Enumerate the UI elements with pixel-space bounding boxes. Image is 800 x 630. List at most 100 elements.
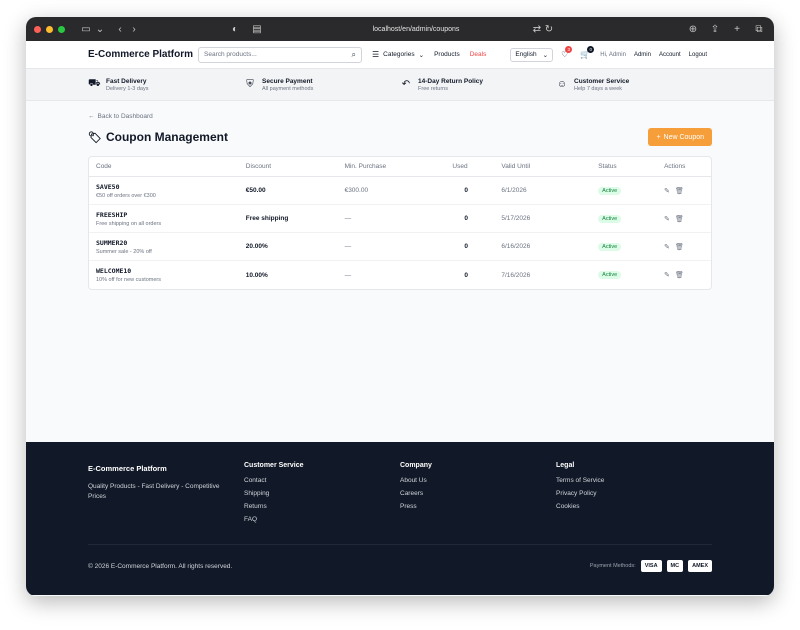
used-cell: 0 [464, 243, 469, 250]
admin-link[interactable]: Admin [634, 52, 651, 58]
forward-nav-icon[interactable]: › [127, 22, 141, 36]
user-greeting: Hi, Admin [600, 51, 626, 58]
column-header-valid-until: Valid Until [501, 163, 531, 170]
footer-link-privacy[interactable]: Privacy Policy [556, 490, 712, 497]
categories-menu[interactable]: ☰ Categories ⌄ [372, 50, 424, 59]
trash-icon[interactable]: 🗑 [675, 187, 684, 195]
edit-icon[interactable]: ✎ [664, 271, 670, 279]
table-row: SUMMER20 Summer sale - 20% off 20.00% — … [89, 233, 711, 261]
row-actions: ✎ 🗑 [664, 271, 704, 279]
edit-icon[interactable]: ✎ [664, 187, 670, 195]
truck-icon: ⛟ [88, 78, 101, 89]
column-header-discount: Discount [245, 163, 272, 170]
chevron-down-icon[interactable]: ⌄ [93, 22, 107, 36]
edit-icon[interactable]: ✎ [664, 215, 670, 223]
coupon-code-cell: WELCOME10 10% off for new customers [96, 267, 162, 283]
min-purchase-cell: €300.00 [344, 187, 369, 194]
search-icon[interactable]: ⌕ [352, 50, 356, 60]
nav-deals[interactable]: Deals [470, 51, 487, 58]
language-select[interactable]: English ⌄ [510, 47, 554, 62]
wishlist-button[interactable]: ♡ 3 [561, 46, 573, 59]
used-cell: 0 [464, 215, 469, 222]
coupon-code-cell: SAVE50 €50 off orders over €300 [96, 182, 156, 199]
footer-brand-column: E-Commerce Platform Quality Products - F… [88, 462, 244, 529]
min-purchase-cell: — [344, 271, 352, 279]
logout-link[interactable]: Logout [689, 52, 707, 58]
brand-logo[interactable]: E-Commerce Platform [88, 49, 198, 60]
column-header-used: Used [452, 163, 468, 170]
trash-icon[interactable]: 🗑 [675, 243, 684, 251]
table-row: FREESHIP Free shipping on all orders Fre… [89, 205, 711, 233]
valid-until-cell: 7/16/2026 [501, 271, 531, 279]
footer-link-faq[interactable]: FAQ [244, 516, 400, 523]
footer-link-returns[interactable]: Returns [244, 503, 400, 510]
feature-secure-payment: ⛨ Secure Payment All payment methods [244, 78, 400, 92]
search-input[interactable]: Search products... ⌕ [198, 46, 362, 63]
used-cell: 0 [464, 187, 469, 194]
back-to-dashboard-link[interactable]: ← Back to Dashboard [88, 113, 712, 120]
column-header-status: Status [598, 163, 617, 170]
footer-link-press[interactable]: Press [400, 503, 556, 510]
edit-icon[interactable]: ✎ [664, 243, 670, 251]
discount-cell: €50.00 [245, 187, 266, 194]
minimize-window-button[interactable] [46, 25, 53, 33]
browser-toolbar: ▭ ⌄ ‹ › ◐ ▤ localhost/en/admin/coupons ⇄… [26, 17, 774, 41]
cart-button[interactable]: 🛒 0 [580, 46, 595, 59]
title-row: 🏷 Coupon Management + New Coupon [88, 128, 712, 146]
trash-icon[interactable]: 🗑 [675, 215, 684, 223]
discount-cell: 20.00% [245, 243, 268, 250]
valid-until-cell: 6/1/2026 [501, 187, 527, 194]
browser-window: ▭ ⌄ ‹ › ◐ ▤ localhost/en/admin/coupons ⇄… [26, 17, 774, 596]
footer-customer-service-column: Customer Service Contact Shipping Return… [244, 462, 400, 529]
main-nav: ☰ Categories ⌄ Products Deals [372, 50, 486, 59]
status-badge: Active [598, 271, 622, 279]
discount-cell: 10.00% [245, 271, 268, 279]
footer-columns: E-Commerce Platform Quality Products - F… [88, 462, 712, 529]
arrow-left-icon: ← [88, 113, 95, 120]
sidebar-toggle-icon[interactable]: ▭ [79, 22, 93, 36]
close-window-button[interactable] [34, 25, 41, 33]
new-tab-icon[interactable]: + [730, 22, 744, 36]
nav-products[interactable]: Products [434, 51, 460, 58]
back-nav-icon[interactable]: ‹ [113, 22, 127, 36]
discount-cell: Free shipping [245, 215, 289, 222]
features-bar: ⛟ Fast Delivery Delivery 1-3 days ⛨ Secu… [26, 69, 774, 101]
header-actions: ♡ 3 🛒 0 Hi, Admin Admin Account Logout [561, 46, 707, 59]
account-link[interactable]: Account [659, 52, 681, 58]
trash-icon[interactable]: 🗑 [675, 271, 684, 279]
new-coupon-button[interactable]: + New Coupon [648, 128, 712, 146]
download-icon[interactable]: ⊕ [686, 22, 700, 36]
footer-legal-column: Legal Terms of Service Privacy Policy Co… [556, 462, 712, 529]
footer-brand: E-Commerce Platform [88, 464, 167, 473]
min-purchase-cell: — [344, 215, 352, 222]
coupons-table: Code Discount Min. Purchase Used Valid U… [88, 156, 712, 290]
coupon-code-cell: SUMMER20 Summer sale - 20% off [96, 238, 152, 255]
row-actions: ✎ 🗑 [664, 215, 704, 223]
payment-label: Payment Methods: [589, 563, 636, 569]
table-header: Code Discount Min. Purchase Used Valid U… [89, 157, 711, 177]
footer-link-contact[interactable]: Contact [244, 477, 400, 484]
main-content: ← Back to Dashboard 🏷 Coupon Management … [26, 101, 774, 442]
browser-actions: ⊕ ⇪ + ⧉ [686, 22, 766, 36]
footer-link-cookies[interactable]: Cookies [556, 503, 712, 510]
page-title: 🏷 Coupon Management [88, 130, 228, 144]
reload-icon[interactable]: ↻ [542, 22, 556, 36]
privacy-icon[interactable]: ◐ [228, 22, 242, 36]
footer-link-shipping[interactable]: Shipping [244, 490, 400, 497]
site-footer: E-Commerce Platform Quality Products - F… [26, 442, 774, 595]
plus-icon: + [656, 133, 661, 141]
tag-icon: 🏷 [88, 131, 102, 144]
footer-link-terms[interactable]: Terms of Service [556, 477, 712, 484]
tab-overview-icon[interactable]: ⧉ [752, 22, 766, 36]
used-cell: 0 [464, 271, 469, 279]
feature-customer-service: ☺ Customer Service Help 7 days a week [556, 77, 630, 92]
share-icon[interactable]: ⇪ [708, 22, 722, 36]
coupon-code-cell: FREESHIP Free shipping on all orders [96, 210, 162, 227]
valid-until-cell: 5/17/2026 [501, 215, 531, 222]
footer-link-careers[interactable]: Careers [400, 490, 556, 497]
footer-link-about[interactable]: About Us [400, 477, 556, 484]
mastercard-badge: MC [666, 560, 684, 572]
footer-bottom: © 2026 E-Commerce Platform. All rights r… [88, 544, 712, 572]
status-badge: Active [598, 242, 622, 251]
zoom-window-button[interactable] [58, 25, 65, 33]
